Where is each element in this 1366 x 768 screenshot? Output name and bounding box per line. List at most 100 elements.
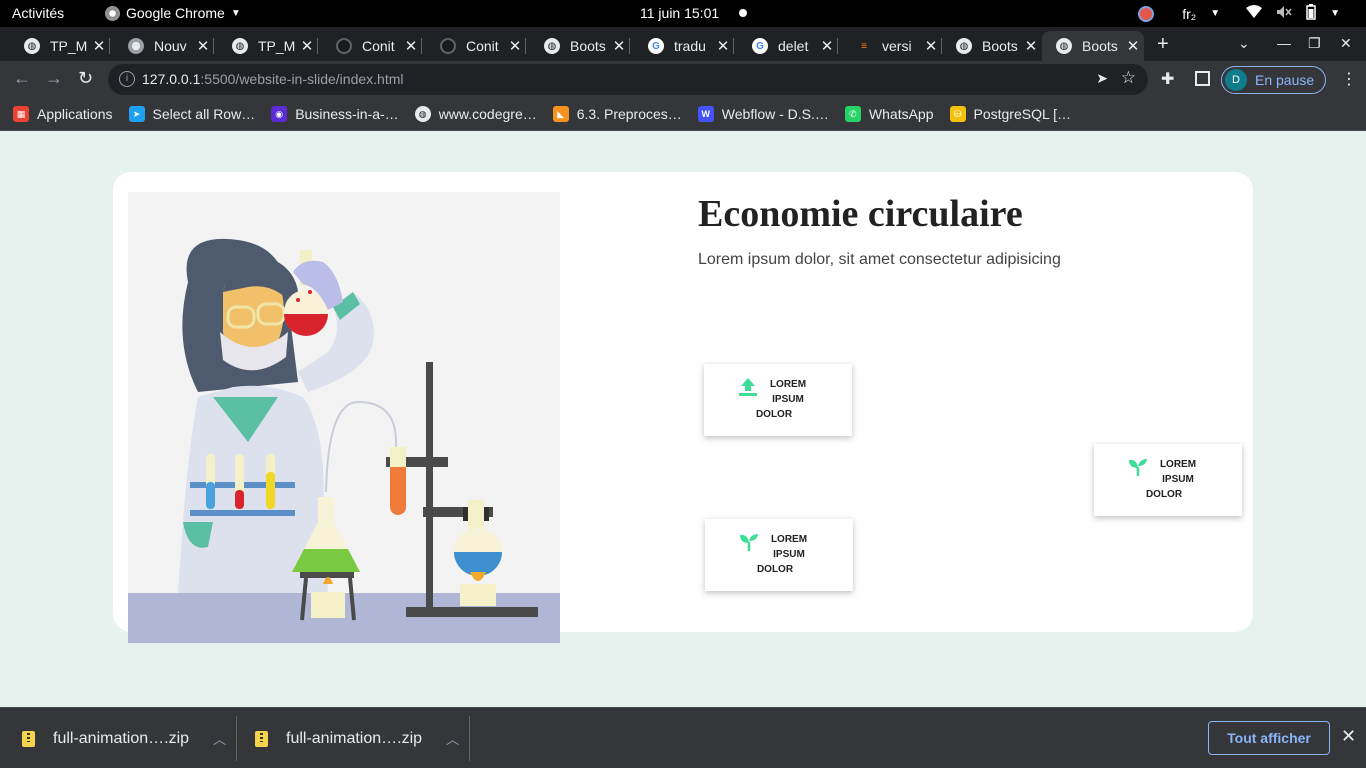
divider [469, 716, 470, 761]
kebab-menu-icon[interactable]: ⋮ [1341, 69, 1357, 89]
bookmark-item[interactable]: ✆ WhatsApp [844, 106, 934, 122]
close-tab-icon[interactable]: ✕ [1122, 37, 1144, 55]
bookmarks-bar: ▦ Applications ➤ Select all Row… ◉ Business-i… [0, 98, 1366, 131]
new-tab-button[interactable]: + [1157, 33, 1169, 56]
apps-grid-icon: ▦ [13, 106, 29, 122]
bookmark-star-icon[interactable]: ☆ [1121, 68, 1136, 88]
globe-icon: ◍ [232, 38, 248, 54]
address-bar[interactable]: i 127.0.0.1:5500/website-in-slide/index.… [108, 64, 1148, 95]
keyboard-layout[interactable]: fr₂ [1182, 6, 1196, 22]
tab-separator [525, 38, 526, 54]
github-icon [440, 38, 456, 54]
circle-logo-icon: ◉ [271, 106, 288, 122]
info-icon[interactable]: i [119, 71, 135, 87]
bookmark-label: www.codegre… [438, 106, 537, 122]
browser-tab[interactable]: Gdelet ✕ [738, 31, 838, 61]
download-item[interactable]: full-animation….zip ︿ [22, 708, 226, 768]
minimize-button[interactable]: — [1277, 35, 1291, 51]
close-tab-icon[interactable]: ✕ [88, 37, 110, 55]
close-tab-icon[interactable]: ✕ [296, 37, 318, 55]
screen-record-icon[interactable] [1138, 5, 1155, 22]
google-icon: G [648, 38, 664, 54]
close-tab-icon[interactable]: ✕ [1020, 37, 1042, 55]
bookmark-item[interactable]: ⛁ PostgreSQL [… [949, 106, 1071, 122]
browser-tab[interactable]: ◍ Boots ✕ [530, 31, 630, 61]
url-host: 127.0.0.1 [142, 71, 201, 87]
chrome-icon [105, 5, 120, 21]
browser-tab[interactable]: ◍ TP_M ✕ [10, 31, 110, 61]
download-item[interactable]: full-animation….zip ︿ [255, 708, 459, 768]
bookmark-item[interactable]: ◣ 6.3. Preproces… [552, 106, 682, 122]
battery-icon [1306, 4, 1316, 23]
browser-tab[interactable]: ◍ Boots ✕ [942, 31, 1042, 61]
avatar: D [1225, 69, 1247, 91]
caret-down-icon: ▼ [1330, 8, 1340, 19]
browser-tab[interactable]: ≡ versi ✕ [842, 31, 942, 61]
chevron-up-icon[interactable]: ︿ [213, 729, 226, 748]
bird-icon: ➤ [128, 106, 145, 122]
tab-separator [733, 38, 734, 54]
show-all-downloads-button[interactable]: Tout afficher [1208, 721, 1330, 755]
feature-card-sprout-1[interactable]: LOREM IPSUM DOLOR [705, 519, 853, 591]
back-button[interactable]: ← [13, 68, 31, 89]
clock[interactable]: 11 juin 15:01 [640, 5, 719, 21]
tab-title: versi [882, 38, 912, 54]
url-text[interactable]: 127.0.0.1:5500/website-in-slide/index.ht… [142, 71, 404, 87]
bookmark-item[interactable]: ◉ Business-in-a-… [271, 106, 399, 122]
close-tab-icon[interactable]: ✕ [816, 37, 838, 55]
bookmark-item[interactable]: ◍ www.codegre… [414, 106, 537, 122]
close-tab-icon[interactable]: ✕ [920, 37, 942, 55]
browser-tab[interactable]: ◍ Boots ✕ [1042, 31, 1144, 61]
tab-separator [837, 38, 838, 54]
reload-button[interactable]: ↻ [78, 68, 93, 89]
feature-card-upload[interactable]: LOREM IPSUM DOLOR [704, 364, 852, 436]
tab-strip: + ⌄ — ❐ ✕ ◍ TP_M ✕ Nouv ✕ ◍ TP_M ✕ Conit ✕ Conit ✕ ◍… [0, 27, 1366, 61]
close-tab-icon[interactable]: ✕ [504, 37, 526, 55]
browser-tab[interactable]: Gtradu ✕ [634, 31, 734, 61]
forward-button[interactable]: → [45, 68, 63, 89]
tab-search-chevron-icon[interactable]: ⌄ [1238, 35, 1250, 52]
google-icon: G [752, 38, 768, 54]
sprout-icon [740, 534, 758, 551]
sprout-icon [1129, 459, 1147, 476]
bookmark-label: Applications [37, 106, 113, 122]
feature-label: LOREM IPSUM DOLOR [1145, 459, 1197, 500]
download-filename: full-animation….zip [53, 729, 190, 747]
system-top-bar: Activités Google Chrome ▼ 11 juin 15:01 … [0, 0, 1366, 27]
globe-icon: ◍ [24, 38, 40, 54]
bookmark-item[interactable]: ➤ Select all Row… [128, 106, 255, 122]
chevron-up-icon[interactable]: ︿ [446, 729, 459, 748]
profile-button[interactable]: D En pause [1221, 66, 1326, 94]
globe-icon: ◍ [1056, 38, 1072, 54]
wifi-icon [1246, 5, 1263, 22]
feature-card-sprout-2[interactable]: LOREM IPSUM DOLOR [1094, 444, 1242, 516]
close-tab-icon[interactable]: ✕ [400, 37, 422, 55]
app-menu[interactable]: Google Chrome ▼ [105, 5, 241, 21]
database-icon: ⛁ [949, 106, 966, 122]
close-tab-icon[interactable]: ✕ [192, 37, 214, 55]
bookmark-label: 6.3. Preproces… [576, 106, 682, 122]
system-tray[interactable]: fr₂ ▼ ▼ [1138, 4, 1340, 23]
profile-status: En pause [1255, 72, 1315, 88]
browser-tab[interactable]: Nouv ✕ [114, 31, 214, 61]
maximize-button[interactable]: ❐ [1308, 35, 1321, 52]
browser-tab[interactable]: ◍ TP_M ✕ [218, 31, 318, 61]
tab-title: delet [778, 38, 809, 54]
close-tab-icon[interactable]: ✕ [608, 37, 630, 55]
close-shelf-button[interactable]: ✕ [1341, 726, 1356, 747]
browser-tab[interactable]: Conit ✕ [426, 31, 526, 61]
activities-button[interactable]: Activités [12, 5, 64, 21]
bookmark-label: Webflow - D.S.… [721, 106, 829, 122]
tab-separator [629, 38, 630, 54]
bookmark-item[interactable]: ▦ Applications [13, 106, 113, 122]
close-window-button[interactable]: ✕ [1340, 35, 1352, 52]
send-to-device-icon[interactable]: ➤ [1096, 70, 1108, 87]
side-panel-icon[interactable] [1195, 71, 1210, 86]
sklearn-icon: ◣ [552, 106, 569, 122]
extensions-puzzle-icon[interactable]: ✚ [1161, 69, 1174, 89]
browser-tab[interactable]: Conit ✕ [322, 31, 422, 61]
bookmark-item[interactable]: W Webflow - D.S.… [697, 106, 829, 122]
zip-file-icon [255, 730, 268, 747]
close-tab-icon[interactable]: ✕ [712, 37, 734, 55]
page-subtitle: Lorem ipsum dolor, sit amet consectetur … [698, 251, 1061, 268]
